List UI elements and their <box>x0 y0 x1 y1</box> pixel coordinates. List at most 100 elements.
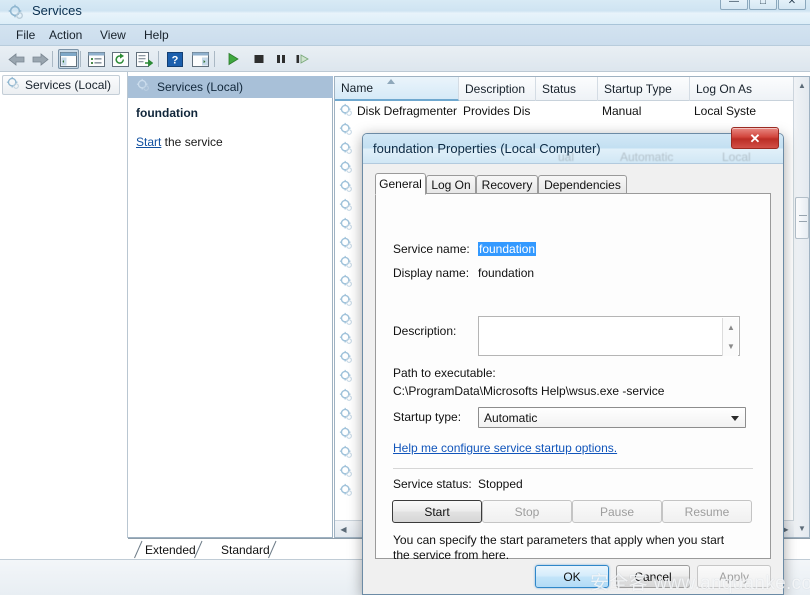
ghost-text: Local <box>722 150 751 164</box>
detail-pane-header-label: Services (Local) <box>157 80 244 94</box>
tab-log-on[interactable]: Log On <box>426 175 476 194</box>
list-header: Name Description Status Startup Type Log… <box>335 77 794 101</box>
dialog-close-button[interactable]: ✕ <box>731 127 779 149</box>
vertical-scroll-thumb[interactable] <box>795 197 809 239</box>
window-title: Services <box>32 3 82 18</box>
display-name-value: foundation <box>478 266 535 280</box>
ghost-text: Automatic <box>620 150 674 164</box>
export-list-icon[interactable] <box>134 49 155 69</box>
service-gear-icon <box>339 122 354 140</box>
tab-slash-left <box>134 540 143 559</box>
tab-slash-right <box>267 540 277 559</box>
dialog-body: General Log On Recovery Dependencies Ser… <box>363 164 783 594</box>
detail-pane-header: Services (Local) <box>128 76 333 98</box>
menu-file[interactable]: File <box>12 28 39 42</box>
forward-arrow-icon[interactable] <box>30 49 51 69</box>
detail-action-row: Start the service <box>136 135 223 149</box>
service-gear-icon <box>339 103 354 121</box>
start-service-icon[interactable] <box>222 49 243 69</box>
services-gear-icon <box>6 76 21 94</box>
scroll-thumb-grip <box>799 215 807 222</box>
ok-button[interactable]: OK <box>535 565 609 588</box>
general-tab-page: Service name: foundation Display name: f… <box>375 193 771 591</box>
restart-service-icon[interactable] <box>292 49 313 69</box>
tab-dependencies[interactable]: Dependencies <box>538 175 627 194</box>
minimize-button[interactable]: — <box>720 0 748 10</box>
service-status-value: Stopped <box>478 477 523 491</box>
chevron-down-icon <box>731 416 739 421</box>
stop-service-icon[interactable] <box>248 49 269 69</box>
service-gear-icon <box>339 236 354 254</box>
cell-description: Provides Dis <box>463 103 531 118</box>
startup-type-value: Automatic <box>484 411 538 425</box>
scroll-up-icon[interactable]: ▲ <box>794 77 810 94</box>
service-gear-icon <box>339 255 354 273</box>
help-icon[interactable]: ? <box>164 49 185 69</box>
start-button[interactable]: Start <box>392 500 482 523</box>
column-header-startup-type[interactable]: Startup Type <box>598 77 690 101</box>
service-gear-icon <box>339 426 354 444</box>
column-header-name[interactable]: Name <box>335 77 459 101</box>
tab-general[interactable]: General <box>375 173 426 195</box>
service-gear-icon <box>339 388 354 406</box>
service-properties-dialog: foundation Properties (Local Computer) ✕… <box>362 127 784 595</box>
menu-action[interactable]: Action <box>45 28 86 42</box>
stop-button: Stop <box>482 500 572 523</box>
service-name-value[interactable]: foundation <box>478 242 537 256</box>
extended-detail-pane: Services (Local) foundation Start the se… <box>128 76 333 538</box>
column-header-description[interactable]: Description <box>459 77 536 101</box>
back-arrow-icon[interactable] <box>6 49 27 69</box>
cell-name: Disk Defragmenter <box>357 103 457 118</box>
column-header-log-on-as[interactable]: Log On As <box>690 77 794 101</box>
tab-recovery[interactable]: Recovery <box>476 175 538 194</box>
display-name-label: Display name: <box>393 266 470 280</box>
service-gear-icon <box>339 198 354 216</box>
scroll-left-icon[interactable]: ◀ <box>335 521 352 537</box>
show-hide-console-tree-icon[interactable] <box>58 49 79 69</box>
pause-service-icon[interactable] <box>270 49 291 69</box>
sidebar-item-services-local[interactable]: Services (Local) <box>2 75 120 95</box>
tab-extended[interactable]: Extended <box>134 540 203 559</box>
description-scrollbar[interactable]: ▲ ▼ <box>722 318 738 356</box>
scroll-down-icon[interactable]: ▼ <box>794 520 810 537</box>
tab-standard[interactable]: Standard <box>210 540 277 559</box>
service-gear-icon <box>339 312 354 330</box>
cancel-button[interactable]: Cancel <box>616 565 690 588</box>
start-the-service-link[interactable]: Start <box>136 135 161 149</box>
maximize-button[interactable]: □ <box>749 0 777 10</box>
cell-startup: Manual <box>602 103 642 118</box>
menu-view[interactable]: View <box>96 28 130 42</box>
startup-type-combobox[interactable]: Automatic <box>478 407 746 428</box>
refresh-icon[interactable] <box>110 49 131 69</box>
startup-options-help-link[interactable]: Help me configure service startup option… <box>393 441 617 455</box>
column-header-status[interactable]: Status <box>536 77 598 101</box>
path-to-executable-label: Path to executable: <box>393 366 496 380</box>
service-gear-icon <box>339 464 354 482</box>
section-divider <box>393 468 753 469</box>
service-gear-icon <box>339 274 354 292</box>
service-name-label: Service name: <box>393 242 470 256</box>
menu-help[interactable]: Help <box>140 28 173 42</box>
scroll-down-icon[interactable]: ▼ <box>723 337 739 356</box>
cell-logon: Local Syste <box>694 103 757 118</box>
sort-ascending-icon <box>387 79 395 84</box>
menubar: File Action View Help <box>0 25 810 46</box>
properties-icon[interactable] <box>86 49 107 69</box>
show-action-pane-icon[interactable] <box>190 49 211 69</box>
tab-slash-right <box>193 540 203 559</box>
service-gear-icon <box>339 293 354 311</box>
caption-buttons: — □ ✕ <box>720 0 806 10</box>
toolbar-separator <box>214 51 215 67</box>
list-vertical-scrollbar[interactable]: ▲ ▼ <box>793 77 809 537</box>
description-textarea[interactable]: ▲ ▼ <box>478 316 740 356</box>
scroll-up-icon[interactable]: ▲ <box>723 318 739 337</box>
table-row[interactable]: Disk Defragmenter Provides Dis Manual Local… <box>335 101 794 120</box>
console-tree-pane: Services (Local) <box>0 72 128 538</box>
toolbar-separator <box>158 51 159 67</box>
service-gear-icon <box>339 141 354 159</box>
service-gear-icon <box>339 445 354 463</box>
ghost-text: ual <box>558 150 575 164</box>
service-gear-icon <box>339 217 354 235</box>
pause-button: Pause <box>572 500 662 523</box>
close-button[interactable]: ✕ <box>778 0 806 10</box>
